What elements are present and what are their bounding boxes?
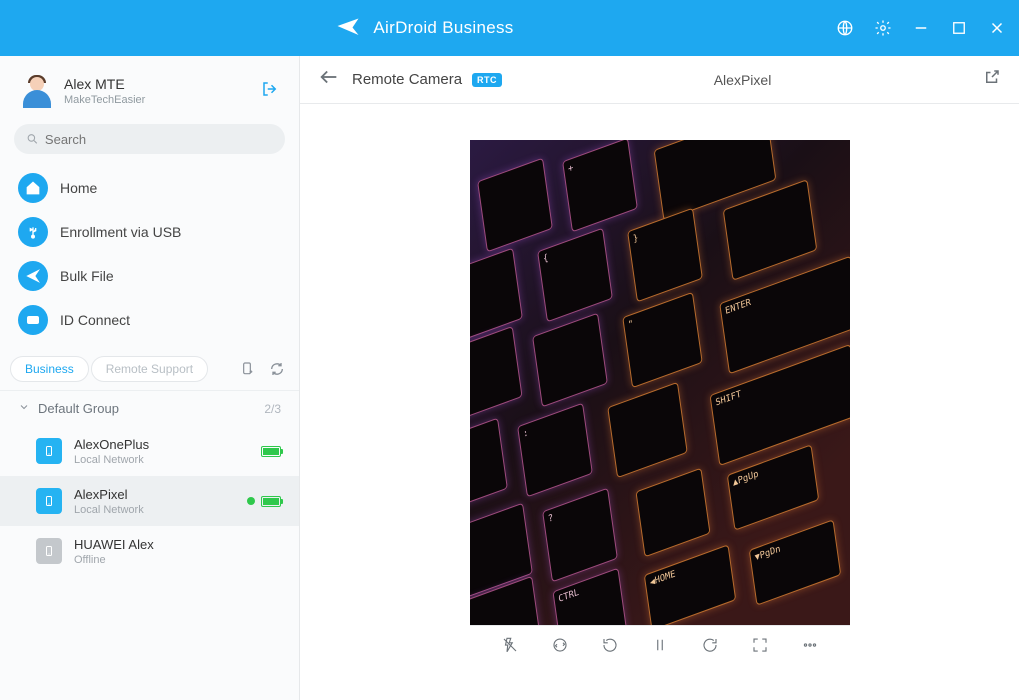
phone-icon: [36, 438, 62, 464]
usb-icon: [18, 217, 48, 247]
nav-label: Bulk File: [60, 268, 114, 284]
id-icon: [18, 305, 48, 335]
fullscreen-icon[interactable]: [750, 635, 770, 655]
home-icon: [18, 173, 48, 203]
device-status: Local Network: [74, 504, 247, 516]
device-name: HUAWEI Alex: [74, 537, 281, 552]
nav-id-connect[interactable]: ID Connect: [0, 298, 299, 342]
battery-icon: [261, 496, 281, 507]
search-input[interactable]: [14, 124, 285, 154]
device-item[interactable]: AlexOnePlus Local Network: [0, 426, 299, 476]
rtc-badge: RTC: [472, 73, 502, 87]
device-status: Offline: [74, 554, 281, 566]
main-header: Remote Camera RTC AlexPixel: [300, 56, 1019, 104]
popout-icon[interactable]: [983, 68, 1001, 91]
avatar: [20, 74, 54, 108]
device-name: AlexPixel: [74, 487, 247, 502]
page-title: Remote Camera: [352, 71, 462, 88]
camera-frame: + - { } P " ENTER : SHIFT ?: [470, 140, 850, 665]
phone-icon: [36, 488, 62, 514]
search-icon: [26, 132, 39, 146]
camera-body: + - { } P " ENTER : SHIFT ?: [300, 104, 1019, 700]
nav-label: Home: [60, 180, 97, 196]
app-title: AirDroid Business: [373, 18, 513, 38]
nav-enrollment[interactable]: Enrollment via USB: [0, 210, 299, 254]
group-name: Default Group: [38, 401, 119, 416]
nav-label: Enrollment via USB: [60, 224, 181, 240]
search-field[interactable]: [45, 132, 273, 147]
rotate-right-icon[interactable]: [700, 635, 720, 655]
signout-icon[interactable]: [261, 80, 279, 103]
pause-icon[interactable]: [650, 635, 670, 655]
user-name: Alex MTE: [64, 76, 145, 92]
chevron-down-icon: [18, 401, 30, 416]
globe-icon[interactable]: [835, 18, 855, 38]
camera-toolbar: [470, 625, 850, 665]
app-logo-icon: [333, 11, 363, 46]
device-list: AlexOnePlus Local Network AlexPixel Loca…: [0, 426, 299, 700]
gear-icon[interactable]: [873, 18, 893, 38]
device-title: AlexPixel: [502, 72, 983, 88]
nav-menu: Home Enrollment via USB Bulk File ID Con…: [0, 164, 299, 350]
tab-remote-support[interactable]: Remote Support: [91, 356, 208, 382]
device-item[interactable]: HUAWEI Alex Offline: [0, 526, 299, 576]
main-panel: Remote Camera RTC AlexPixel + - { } P ": [300, 56, 1019, 700]
nav-label: ID Connect: [60, 312, 130, 328]
phone-icon: [36, 538, 62, 564]
nav-bulk-file[interactable]: Bulk File: [0, 254, 299, 298]
nav-home[interactable]: Home: [0, 166, 299, 210]
group-header[interactable]: Default Group 2/3: [0, 391, 299, 426]
switch-camera-icon[interactable]: [550, 635, 570, 655]
refresh-icon[interactable]: [267, 359, 287, 379]
tab-business[interactable]: Business: [10, 356, 89, 382]
flash-off-icon[interactable]: [500, 635, 520, 655]
minimize-icon[interactable]: [911, 18, 931, 38]
add-device-icon[interactable]: [237, 359, 257, 379]
user-profile[interactable]: Alex MTE MakeTechEasier: [0, 66, 299, 118]
user-subtitle: MakeTechEasier: [64, 94, 145, 106]
device-status: Local Network: [74, 454, 261, 466]
rotate-left-icon[interactable]: [600, 635, 620, 655]
sidebar: Alex MTE MakeTechEasier Home Enrollment …: [0, 56, 300, 700]
device-name: AlexOnePlus: [74, 437, 261, 452]
more-icon[interactable]: [800, 635, 820, 655]
group-count: 2/3: [264, 402, 281, 416]
sidebar-tabs: Business Remote Support: [0, 350, 299, 391]
maximize-icon[interactable]: [949, 18, 969, 38]
online-dot-icon: [247, 497, 255, 505]
titlebar: AirDroid Business: [0, 0, 1019, 56]
battery-icon: [261, 446, 281, 457]
back-arrow-icon[interactable]: [318, 66, 340, 93]
close-icon[interactable]: [987, 18, 1007, 38]
camera-feed: + - { } P " ENTER : SHIFT ?: [470, 140, 850, 625]
device-item[interactable]: AlexPixel Local Network: [0, 476, 299, 526]
send-icon: [18, 261, 48, 291]
